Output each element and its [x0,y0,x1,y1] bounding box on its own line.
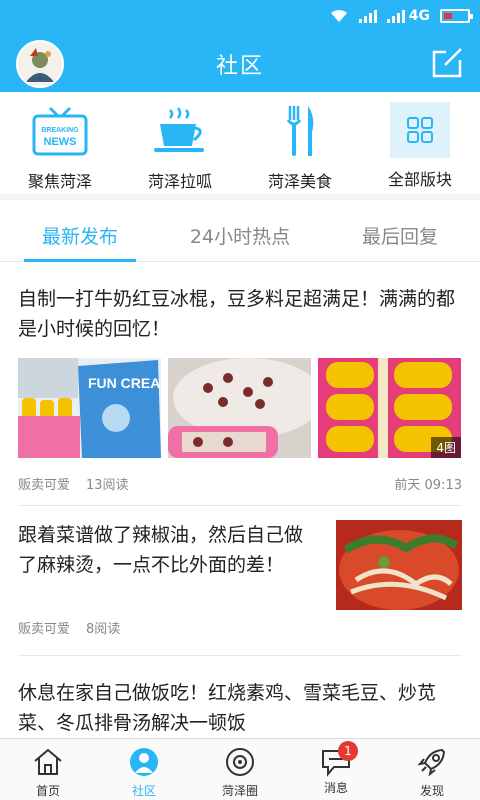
bottom-nav: 首页 社区 菏泽圈 1 消息 发现 [0,738,480,800]
status-bar: 4G [0,0,480,32]
tab-last-reply[interactable]: 最后回复 [320,206,480,261]
circle-icon [226,748,254,776]
nav-circle[interactable]: 菏泽圈 [192,739,288,800]
post-feed: 自制一打牛奶红豆冰棍，豆多料足超满足！满满的都是小时候的回忆！ FUN CREA… [0,262,480,738]
nav-label: 消息 [323,781,348,795]
nav-home[interactable]: 首页 [0,739,96,800]
message-badge: 1 [338,741,358,761]
quick-link-food[interactable]: 菏泽美食 [240,92,360,194]
quick-link-news[interactable]: BREAKING NEWS 聚焦菏泽 [0,92,120,194]
home-icon [34,748,62,775]
quick-link-label: 聚焦菏泽 [27,172,92,191]
page-title: 社区 [215,54,264,79]
quick-link-label: 菏泽拉呱 [147,172,212,191]
community-icon [130,748,158,776]
nav-community[interactable]: 社区 [96,739,192,800]
fork-knife-icon [270,102,330,160]
app-bar: 社区 [0,32,480,92]
nav-label: 首页 [35,784,60,798]
tab-24h-hot[interactable]: 24小时热点 [160,206,320,261]
signal-icon [386,9,405,23]
grid-icon [390,102,450,158]
post-thumbnails: FUN CREAM [18,358,462,458]
post-item[interactable]: 自制一打牛奶红豆冰棍，豆多料足超满足！满满的都是小时候的回忆！ FUN CREA… [18,262,462,506]
quick-link-chat[interactable]: 菏泽拉呱 [120,92,240,194]
edit-icon[interactable] [432,48,464,78]
post-thumbnail[interactable]: FUN CREAM [18,358,161,458]
rocket-icon [417,748,446,777]
news-tv-icon: BREAKING NEWS [30,102,90,160]
battery-icon [440,9,473,23]
coffee-cup-icon [150,102,210,160]
product-label: FUN CREAM [88,375,161,391]
post-thumbnail[interactable] [168,358,311,458]
post-title: 休息在家自己做饭吃！红烧素鸡、雪菜毛豆、炒苋菜、冬瓜排骨汤解决一顿饭 [18,682,437,734]
image-count-badge: 4图 [431,437,461,458]
post-reads: 13阅读 [86,478,129,493]
nav-label: 菏泽圈 [221,784,258,798]
post-author[interactable]: 贩卖可爱 [18,478,70,493]
post-title: 自制一打牛奶红豆冰棍，豆多料足超满足！满满的都是小时候的回忆！ [18,288,456,340]
quick-links: BREAKING NEWS 聚焦菏泽 菏泽拉呱 菏泽美食 全部版块 [0,92,480,200]
nav-discover[interactable]: 发现 [384,739,480,800]
wifi-icon [330,9,347,22]
svg-text:NEWS: NEWS [44,136,77,148]
post-meta: 贩卖可爱 8阅读 [18,618,120,637]
post-author[interactable]: 贩卖可爱 [18,622,70,637]
post-thumbnail[interactable]: 4图 [318,358,461,458]
post-thumbnail[interactable] [336,520,462,610]
feed-tabs: 最新发布 24小时热点 最后回复 [0,206,480,262]
nav-messages[interactable]: 1 消息 [288,739,384,800]
signal-icon [358,9,377,23]
post-item[interactable]: 跟着菜谱做了辣椒油，然后自己做了麻辣烫，一点不比外面的差！ 贩卖可爱 8阅读 [18,506,462,656]
post-item[interactable]: 休息在家自己做饭吃！红烧素鸡、雪菜毛豆、炒苋菜、冬瓜排骨汤解决一顿饭 [18,656,462,738]
nav-label: 社区 [131,784,156,798]
message-icon: 1 [320,741,358,777]
quick-link-all[interactable]: 全部版块 [360,92,480,194]
network-type: 4G [408,8,430,24]
post-time: 前天 09:13 [394,478,462,493]
quick-link-label: 菏泽美食 [267,172,332,191]
quick-link-label: 全部版块 [387,170,452,189]
post-meta: 贩卖可爱 13阅读 [18,474,129,493]
nav-label: 发现 [419,784,444,798]
post-title: 跟着菜谱做了辣椒油，然后自己做了麻辣烫，一点不比外面的差！ [18,524,304,576]
svg-text:BREAKING: BREAKING [41,127,79,134]
tab-latest[interactable]: 最新发布 [0,206,160,262]
post-reads: 8阅读 [86,622,121,637]
